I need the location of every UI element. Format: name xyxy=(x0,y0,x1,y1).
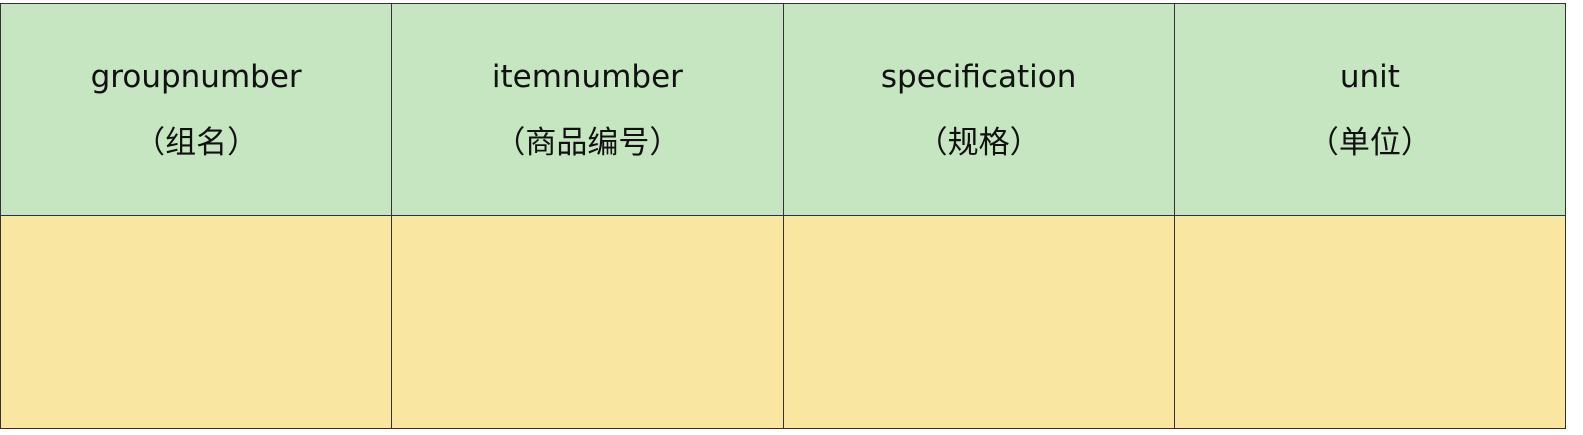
column-name: groupnumber xyxy=(90,58,302,95)
column-name: unit xyxy=(1339,58,1400,95)
header-cell-itemnumber: itemnumber （商品编号） xyxy=(391,3,784,216)
table-cell xyxy=(391,215,784,429)
table-cell xyxy=(782,215,1175,429)
column-name: itemnumber xyxy=(491,58,683,95)
column-chinese-label: （商品编号） xyxy=(494,124,681,161)
column-chinese-label: （规格） xyxy=(916,124,1041,161)
column-chinese-label: （单位） xyxy=(1307,124,1432,161)
table-cell xyxy=(1173,215,1567,429)
header-row: groupnumber （组名） itemnumber （商品编号） speci… xyxy=(0,3,1567,216)
data-table-container: groupnumber （组名） itemnumber （商品编号） speci… xyxy=(0,3,1567,429)
header-cell-specification: specification （规格） xyxy=(782,3,1175,216)
table-row xyxy=(0,215,1567,429)
header-cell-groupnumber: groupnumber （组名） xyxy=(0,3,393,216)
table-cell xyxy=(0,215,393,429)
field-table: groupnumber （组名） itemnumber （商品编号） speci… xyxy=(0,3,1567,429)
column-chinese-label: （组名） xyxy=(134,124,259,161)
column-name: specification xyxy=(880,58,1077,95)
header-cell-unit: unit （单位） xyxy=(1173,3,1567,216)
